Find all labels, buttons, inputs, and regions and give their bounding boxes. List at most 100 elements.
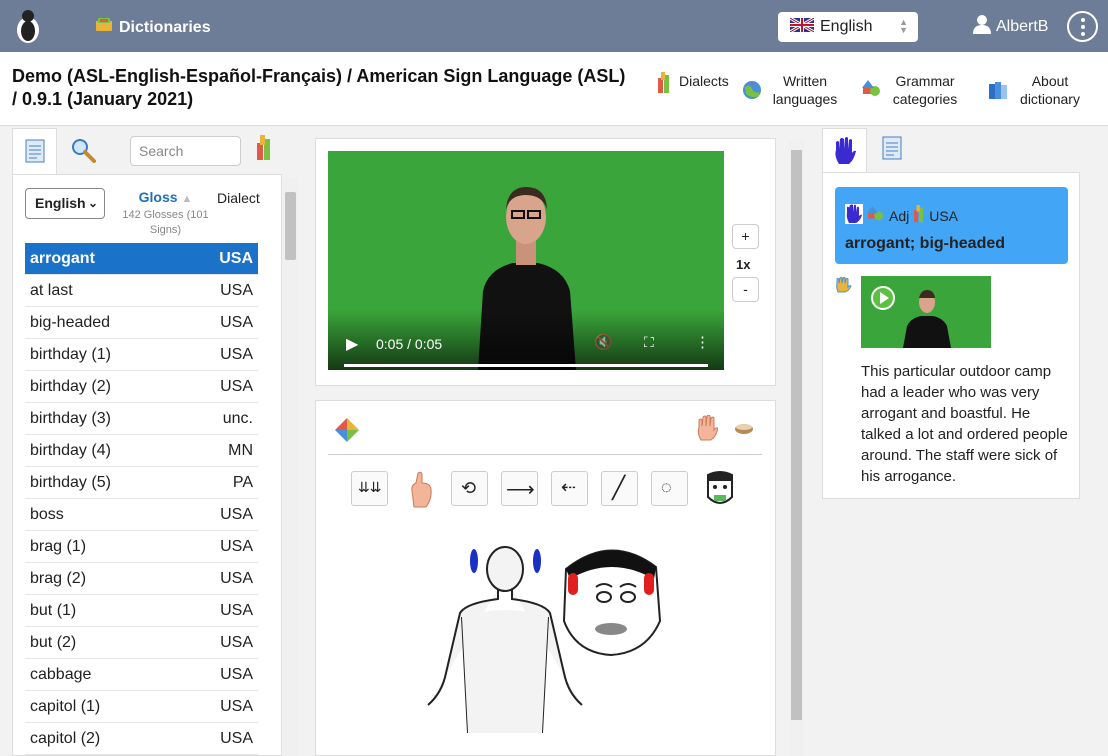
select-arrows-icon: ▲ ▼ <box>899 17 908 35</box>
gloss-language-value: English <box>35 195 86 211</box>
table-row[interactable]: capitol (2) USA <box>25 723 258 755</box>
color-wheel-icon[interactable] <box>334 417 360 448</box>
about-dictionary-label: About dictionary <box>1020 73 1080 107</box>
table-row[interactable]: but (2) USA <box>25 627 258 659</box>
page-scrollbar[interactable] <box>789 140 804 756</box>
zoom-out-button[interactable]: - <box>732 277 759 302</box>
about-dictionary-button[interactable]: About dictionary <box>988 72 1084 108</box>
two-hands-icon: ⇊⇊ <box>358 479 382 495</box>
table-row[interactable]: boss USA <box>25 499 258 531</box>
handshape-parameter[interactable] <box>406 471 436 514</box>
dialect-cell: USA <box>220 377 253 395</box>
dialect-filter-icon[interactable] <box>256 135 272 166</box>
gloss-cell: birthday (1) <box>30 345 111 363</box>
more-options-button[interactable] <box>1067 11 1098 42</box>
purple-hand-icon <box>833 137 857 170</box>
glossary-scrollbar[interactable] <box>283 178 298 756</box>
person-contact-icon: ⇠ <box>561 477 577 497</box>
gloss-cell: brag (1) <box>30 537 87 555</box>
sign-notation-card: ⇊⇊ ⟲ ⟶ ⇠ ╱ ◌ <box>315 400 776 756</box>
play-icon[interactable]: ▶ <box>346 334 358 354</box>
table-row[interactable]: brag (1) USA <box>25 531 258 563</box>
app-logo-icon[interactable] <box>14 8 42 44</box>
table-row[interactable]: big-headed USA <box>25 307 258 339</box>
gloss-column-header[interactable]: Gloss ▲ 142 Glosses (101 Signs) <box>118 189 213 238</box>
hand-configuration-parameter[interactable]: ⇊⇊ <box>351 471 388 506</box>
gloss-cell: capitol (2) <box>30 729 101 747</box>
table-row[interactable]: birthday (3) unc. <box>25 403 258 435</box>
table-row[interactable]: brag (2) USA <box>25 563 258 595</box>
movement-circle-parameter[interactable]: ⟲ <box>451 471 488 506</box>
face-icon <box>707 471 733 504</box>
direction-parameter[interactable]: ⟶ <box>501 471 538 506</box>
dialects-label: Dialects <box>679 73 729 89</box>
table-row[interactable]: cabbage USA <box>25 659 258 691</box>
page-title: Demo (ASL-English-Español-Français) / Am… <box>12 66 626 109</box>
diagonal-line-icon: ╱ <box>612 475 626 500</box>
table-row[interactable]: capitol (1) USA <box>25 691 258 723</box>
entry-title: arrogant; big-headed <box>845 235 1006 252</box>
body-location-diagram <box>427 546 662 733</box>
location-parameter[interactable]: ◌ <box>651 471 688 506</box>
table-row[interactable]: birthday (1) USA <box>25 339 258 371</box>
divider <box>328 454 762 455</box>
arrow-right-icon: ⟶ <box>506 479 535 501</box>
video-progress-track[interactable] <box>344 364 708 367</box>
video-progress-fill <box>344 364 708 367</box>
dialects-button[interactable]: Dialects <box>657 72 729 98</box>
contact-parameter[interactable]: ⇠ <box>551 471 588 506</box>
tab-list[interactable] <box>12 128 57 174</box>
table-row[interactable]: arrogant USA <box>25 243 258 275</box>
books-icon <box>988 80 1008 104</box>
table-row[interactable]: birthday (2) USA <box>25 371 258 403</box>
gloss-language-select[interactable]: English ⌄ <box>25 188 105 219</box>
globe-icon <box>742 80 762 104</box>
interface-language-select[interactable]: English ▲ ▼ <box>778 12 918 42</box>
fullscreen-icon[interactable]: ⛶ <box>644 334 654 351</box>
sign-entry-panel: Adj USA arrogant; big-headed This partic <box>810 126 1108 756</box>
search-input[interactable]: Search <box>130 136 241 166</box>
table-row[interactable]: but (1) USA <box>25 595 258 627</box>
play-circle-icon[interactable] <box>871 286 895 315</box>
user-menu[interactable]: AlbertB <box>972 14 1048 39</box>
zoom-in-button[interactable]: + <box>732 224 759 249</box>
gloss-cell: brag (2) <box>30 569 87 587</box>
table-row[interactable]: birthday (5) PA <box>25 467 258 499</box>
example-video-thumbnail[interactable] <box>861 276 991 348</box>
video-menu-icon[interactable]: ⋮ <box>695 333 710 351</box>
table-row[interactable]: at last USA <box>25 275 258 307</box>
gloss-cell: but (1) <box>30 601 77 619</box>
purple-hand-icon <box>845 204 863 227</box>
dialect-cell: USA <box>220 345 253 363</box>
vertical-dots-icon <box>1080 16 1085 37</box>
entry-card: Adj USA arrogant; big-headed This partic <box>822 172 1080 499</box>
glossary-list-card: English ⌄ Gloss ▲ 142 Glosses (101 Signs… <box>12 174 282 756</box>
orientation-parameter[interactable]: ╱ <box>601 471 638 506</box>
facial-expression-parameter[interactable] <box>702 469 738 514</box>
tab-search[interactable] <box>70 137 96 168</box>
tab-sign[interactable] <box>822 128 867 172</box>
rotate-icon: ⟲ <box>461 478 477 498</box>
table-row[interactable]: birthday (4) MN <box>25 435 258 467</box>
dialect-cell: USA <box>220 313 253 331</box>
page-scrollbar-thumb[interactable] <box>791 150 802 720</box>
tab-document[interactable] <box>882 136 902 165</box>
volume-icon[interactable]: 🔇 <box>594 333 613 351</box>
dialect-cell: USA <box>220 665 253 683</box>
document-icon <box>25 139 45 168</box>
magnifier-icon <box>70 139 96 167</box>
mouth-icon[interactable] <box>734 421 754 440</box>
glossary-scrollbar-thumb[interactable] <box>285 192 296 260</box>
sign-video[interactable]: ▶ 0:05 / 0:05 🔇 ⛶ ⋮ <box>328 151 724 370</box>
grammar-categories-icon <box>862 80 882 102</box>
gloss-cell: cabbage <box>30 665 92 683</box>
dictionaries-label: Dictionaries <box>119 18 211 36</box>
grammar-categories-button[interactable]: Grammar categories <box>862 72 960 108</box>
dialect-column-header[interactable]: Dialect <box>217 190 260 206</box>
dictionaries-link[interactable]: Dictionaries <box>95 17 211 38</box>
sort-ascending-icon: ▲ <box>181 193 193 205</box>
entry-summary[interactable]: Adj USA arrogant; big-headed <box>835 187 1068 264</box>
written-languages-button[interactable]: Written languages <box>742 72 840 108</box>
dialect-cell: USA <box>220 281 253 299</box>
hand-icon[interactable] <box>696 414 719 446</box>
